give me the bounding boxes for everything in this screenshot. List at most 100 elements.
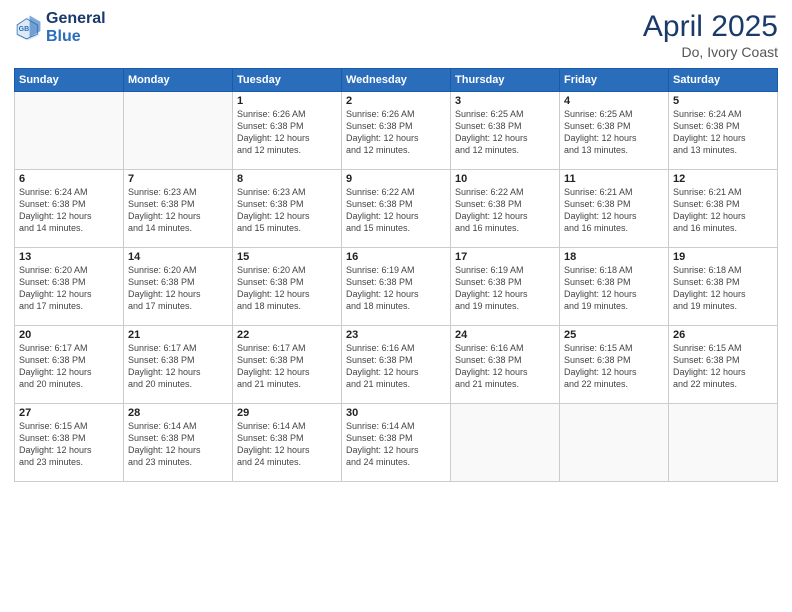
day-cell-3-2: 22Sunrise: 6:17 AM Sunset: 6:38 PM Dayli… <box>233 326 342 404</box>
day-cell-2-4: 17Sunrise: 6:19 AM Sunset: 6:38 PM Dayli… <box>451 248 560 326</box>
day-number: 10 <box>455 173 555 185</box>
day-info: Sunrise: 6:16 AM Sunset: 6:38 PM Dayligh… <box>346 342 446 391</box>
day-number: 13 <box>19 251 119 263</box>
col-monday: Monday <box>124 69 233 92</box>
day-number: 23 <box>346 329 446 341</box>
day-number: 8 <box>237 173 337 185</box>
day-info: Sunrise: 6:18 AM Sunset: 6:38 PM Dayligh… <box>673 264 773 313</box>
day-number: 7 <box>128 173 228 185</box>
col-tuesday: Tuesday <box>233 69 342 92</box>
day-cell-2-0: 13Sunrise: 6:20 AM Sunset: 6:38 PM Dayli… <box>15 248 124 326</box>
day-cell-3-6: 26Sunrise: 6:15 AM Sunset: 6:38 PM Dayli… <box>669 326 778 404</box>
day-info: Sunrise: 6:25 AM Sunset: 6:38 PM Dayligh… <box>455 108 555 157</box>
day-cell-3-5: 25Sunrise: 6:15 AM Sunset: 6:38 PM Dayli… <box>560 326 669 404</box>
week-row-4: 20Sunrise: 6:17 AM Sunset: 6:38 PM Dayli… <box>15 326 778 404</box>
day-info: Sunrise: 6:22 AM Sunset: 6:38 PM Dayligh… <box>346 186 446 235</box>
day-cell-2-3: 16Sunrise: 6:19 AM Sunset: 6:38 PM Dayli… <box>342 248 451 326</box>
week-row-1: 1 Sunrise: 6:26 AM Sunset: 6:38 PM Daylig… <box>15 92 778 170</box>
calendar-header-row: Sunday Monday Tuesday Wednesday Thursday… <box>15 69 778 92</box>
col-sunday: Sunday <box>15 69 124 92</box>
day-info: Sunrise: 6:20 AM Sunset: 6:38 PM Dayligh… <box>128 264 228 313</box>
day-cell-3-0: 20Sunrise: 6:17 AM Sunset: 6:38 PM Dayli… <box>15 326 124 404</box>
day-cell-1-1: 7Sunrise: 6:23 AM Sunset: 6:38 PM Daylig… <box>124 170 233 248</box>
week-row-3: 13Sunrise: 6:20 AM Sunset: 6:38 PM Dayli… <box>15 248 778 326</box>
day-cell-4-4 <box>451 404 560 482</box>
day-cell-0-4: 3Sunrise: 6:25 AM Sunset: 6:38 PM Daylig… <box>451 92 560 170</box>
location: Do, Ivory Coast <box>643 44 778 60</box>
day-info: Sunrise: 6:16 AM Sunset: 6:38 PM Dayligh… <box>455 342 555 391</box>
day-number: 27 <box>19 407 119 419</box>
calendar-table: Sunday Monday Tuesday Wednesday Thursday… <box>14 68 778 482</box>
day-info: Sunrise: 6:14 AM Sunset: 6:38 PM Dayligh… <box>237 420 337 469</box>
day-cell-0-0 <box>15 92 124 170</box>
day-cell-1-4: 10Sunrise: 6:22 AM Sunset: 6:38 PM Dayli… <box>451 170 560 248</box>
day-number: 3 <box>455 95 555 107</box>
day-cell-2-2: 15Sunrise: 6:20 AM Sunset: 6:38 PM Dayli… <box>233 248 342 326</box>
day-info: Sunrise: 6:15 AM Sunset: 6:38 PM Dayligh… <box>673 342 773 391</box>
day-number: 16 <box>346 251 446 263</box>
day-number: 4 <box>564 95 664 107</box>
page: GB General Blue April 2025 Do, Ivory Coa… <box>0 0 792 612</box>
day-cell-3-3: 23Sunrise: 6:16 AM Sunset: 6:38 PM Dayli… <box>342 326 451 404</box>
day-number: 5 <box>673 95 773 107</box>
day-cell-0-1 <box>124 92 233 170</box>
day-info: Sunrise: 6:22 AM Sunset: 6:38 PM Dayligh… <box>455 186 555 235</box>
svg-text:GB: GB <box>19 26 30 33</box>
day-info: Sunrise: 6:20 AM Sunset: 6:38 PM Dayligh… <box>19 264 119 313</box>
day-info: Sunrise: 6:15 AM Sunset: 6:38 PM Dayligh… <box>564 342 664 391</box>
title-block: April 2025 Do, Ivory Coast <box>643 10 778 60</box>
week-row-2: 6Sunrise: 6:24 AM Sunset: 6:38 PM Daylig… <box>15 170 778 248</box>
day-info: Sunrise: 6:18 AM Sunset: 6:38 PM Dayligh… <box>564 264 664 313</box>
day-cell-2-5: 18Sunrise: 6:18 AM Sunset: 6:38 PM Dayli… <box>560 248 669 326</box>
day-number: 2 <box>346 95 446 107</box>
day-info: Sunrise: 6:24 AM Sunset: 6:38 PM Dayligh… <box>673 108 773 157</box>
day-info: Sunrise: 6:26 AM Sunset: 6:38 PM Dayligh… <box>346 108 446 157</box>
col-thursday: Thursday <box>451 69 560 92</box>
day-cell-4-0: 27Sunrise: 6:15 AM Sunset: 6:38 PM Dayli… <box>15 404 124 482</box>
day-cell-0-3: 2Sunrise: 6:26 AM Sunset: 6:38 PM Daylig… <box>342 92 451 170</box>
header: GB General Blue April 2025 Do, Ivory Coa… <box>14 10 778 60</box>
logo: GB General Blue <box>14 10 106 45</box>
logo-text: General Blue <box>46 10 106 45</box>
day-info: Sunrise: 6:23 AM Sunset: 6:38 PM Dayligh… <box>237 186 337 235</box>
day-info: Sunrise: 6:19 AM Sunset: 6:38 PM Dayligh… <box>346 264 446 313</box>
day-cell-2-6: 19Sunrise: 6:18 AM Sunset: 6:38 PM Dayli… <box>669 248 778 326</box>
day-info: Sunrise: 6:19 AM Sunset: 6:38 PM Dayligh… <box>455 264 555 313</box>
day-info: Sunrise: 6:17 AM Sunset: 6:38 PM Dayligh… <box>237 342 337 391</box>
day-number: 26 <box>673 329 773 341</box>
day-number: 15 <box>237 251 337 263</box>
day-info: Sunrise: 6:15 AM Sunset: 6:38 PM Dayligh… <box>19 420 119 469</box>
day-cell-1-0: 6Sunrise: 6:24 AM Sunset: 6:38 PM Daylig… <box>15 170 124 248</box>
day-number: 12 <box>673 173 773 185</box>
day-cell-3-1: 21Sunrise: 6:17 AM Sunset: 6:38 PM Dayli… <box>124 326 233 404</box>
day-number: 14 <box>128 251 228 263</box>
week-row-5: 27Sunrise: 6:15 AM Sunset: 6:38 PM Dayli… <box>15 404 778 482</box>
day-info: Sunrise: 6:17 AM Sunset: 6:38 PM Dayligh… <box>19 342 119 391</box>
day-cell-1-6: 12Sunrise: 6:21 AM Sunset: 6:38 PM Dayli… <box>669 170 778 248</box>
day-number: 30 <box>346 407 446 419</box>
day-number: 1 <box>237 95 337 107</box>
day-cell-1-2: 8Sunrise: 6:23 AM Sunset: 6:38 PM Daylig… <box>233 170 342 248</box>
day-info: Sunrise: 6:21 AM Sunset: 6:38 PM Dayligh… <box>673 186 773 235</box>
col-friday: Friday <box>560 69 669 92</box>
day-number: 29 <box>237 407 337 419</box>
day-info: Sunrise: 6:17 AM Sunset: 6:38 PM Dayligh… <box>128 342 228 391</box>
day-info: Sunrise: 6:20 AM Sunset: 6:38 PM Dayligh… <box>237 264 337 313</box>
day-number: 28 <box>128 407 228 419</box>
col-saturday: Saturday <box>669 69 778 92</box>
day-info: Sunrise: 6:25 AM Sunset: 6:38 PM Dayligh… <box>564 108 664 157</box>
day-info: Sunrise: 6:24 AM Sunset: 6:38 PM Dayligh… <box>19 186 119 235</box>
day-cell-4-1: 28Sunrise: 6:14 AM Sunset: 6:38 PM Dayli… <box>124 404 233 482</box>
day-number: 17 <box>455 251 555 263</box>
col-wednesday: Wednesday <box>342 69 451 92</box>
day-number: 20 <box>19 329 119 341</box>
day-info: Sunrise: 6:23 AM Sunset: 6:38 PM Dayligh… <box>128 186 228 235</box>
day-info: Sunrise: 6:21 AM Sunset: 6:38 PM Dayligh… <box>564 186 664 235</box>
day-number: 11 <box>564 173 664 185</box>
day-info: Sunrise: 6:14 AM Sunset: 6:38 PM Dayligh… <box>128 420 228 469</box>
day-number: 24 <box>455 329 555 341</box>
day-info: Sunrise: 6:14 AM Sunset: 6:38 PM Dayligh… <box>346 420 446 469</box>
day-number: 22 <box>237 329 337 341</box>
day-cell-1-3: 9Sunrise: 6:22 AM Sunset: 6:38 PM Daylig… <box>342 170 451 248</box>
day-cell-2-1: 14Sunrise: 6:20 AM Sunset: 6:38 PM Dayli… <box>124 248 233 326</box>
